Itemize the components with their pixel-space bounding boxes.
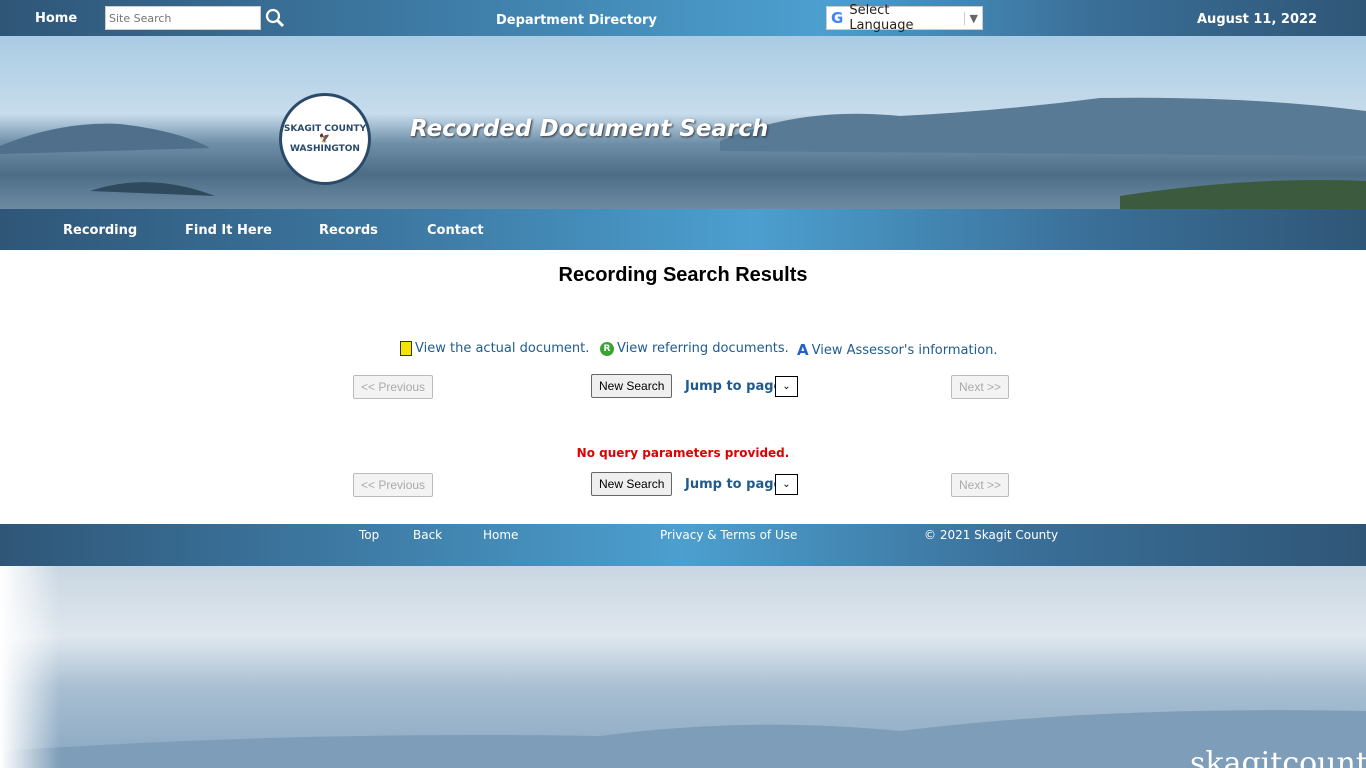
legend-document-text: View the actual document. xyxy=(415,341,590,356)
next-button-top[interactable]: Next >> xyxy=(951,375,1010,399)
footer-home-link[interactable]: Home xyxy=(483,528,518,542)
document-icon xyxy=(400,341,412,356)
jump-to-page-select-top[interactable]: ⌄ xyxy=(775,376,798,397)
jump-to-page-select-bottom[interactable]: ⌄ xyxy=(775,474,798,495)
jump-to-page-label-bottom: Jump to page: xyxy=(685,477,788,492)
assessor-icon: A xyxy=(797,341,809,359)
jump-to-page-label-top: Jump to page: xyxy=(685,379,788,394)
language-select[interactable]: G Select Language ▼ xyxy=(826,3,983,33)
google-icon: G xyxy=(831,9,844,27)
footer: Top Back Home Privacy & Terms of Use © 2… xyxy=(0,524,1366,566)
new-search-button-bottom[interactable]: New Search xyxy=(591,472,673,496)
previous-button-top[interactable]: << Previous xyxy=(353,375,434,399)
legend-assessor-text: View Assessor's information. xyxy=(811,342,998,358)
next-button-bottom[interactable]: Next >> xyxy=(951,473,1010,497)
previous-button-bottom[interactable]: << Previous xyxy=(353,473,434,497)
legend-document: View the actual document. xyxy=(400,341,589,356)
legend-referring-text: View referring documents. xyxy=(617,341,789,356)
search-icon[interactable] xyxy=(265,8,285,28)
site-watermark: skagitcounty.n xyxy=(1190,746,1366,768)
left-fade xyxy=(0,566,60,768)
banner-title: Recorded Document Search xyxy=(410,116,769,142)
error-message: No query parameters provided. xyxy=(576,446,790,460)
background-landscape: skagitcounty.n xyxy=(0,566,1366,768)
header-banner: SKAGIT COUNTY 🦅 WASHINGTON Recorded Docume… xyxy=(0,36,1366,209)
footer-privacy-link[interactable]: Privacy & Terms of Use xyxy=(660,528,797,542)
footer-top-link[interactable]: Top xyxy=(359,528,379,542)
department-directory-link[interactable]: Department Directory xyxy=(496,13,657,28)
current-date: August 11, 2022 xyxy=(1197,12,1318,27)
top-bar: Home Department Directory G Select Langu… xyxy=(0,0,1366,36)
footer-copyright: © 2021 Skagit County xyxy=(924,528,1059,542)
dropdown-arrow-icon: ▼ xyxy=(963,11,978,25)
skagit-county-logo: SKAGIT COUNTY 🦅 WASHINGTON xyxy=(279,93,371,185)
home-link[interactable]: Home xyxy=(35,11,77,26)
main-nav: Recording Find It Here Records Contact xyxy=(0,209,1366,250)
site-search-input[interactable] xyxy=(105,6,261,30)
nav-find-it-here[interactable]: Find It Here xyxy=(185,223,272,238)
language-label: Select Language xyxy=(849,3,914,33)
legend-assessor: A View Assessor's information. xyxy=(797,341,998,359)
new-search-button-top[interactable]: New Search xyxy=(591,374,673,398)
nav-contact[interactable]: Contact xyxy=(427,223,484,238)
page-title: Recording Search Results xyxy=(558,264,808,286)
nav-recording[interactable]: Recording xyxy=(63,223,137,238)
legend-referring: R View referring documents. xyxy=(600,341,789,356)
mountain-image xyxy=(0,710,1366,768)
nav-records[interactable]: Records xyxy=(319,223,378,238)
referring-icon: R xyxy=(600,341,614,356)
footer-back-link[interactable]: Back xyxy=(413,528,442,542)
